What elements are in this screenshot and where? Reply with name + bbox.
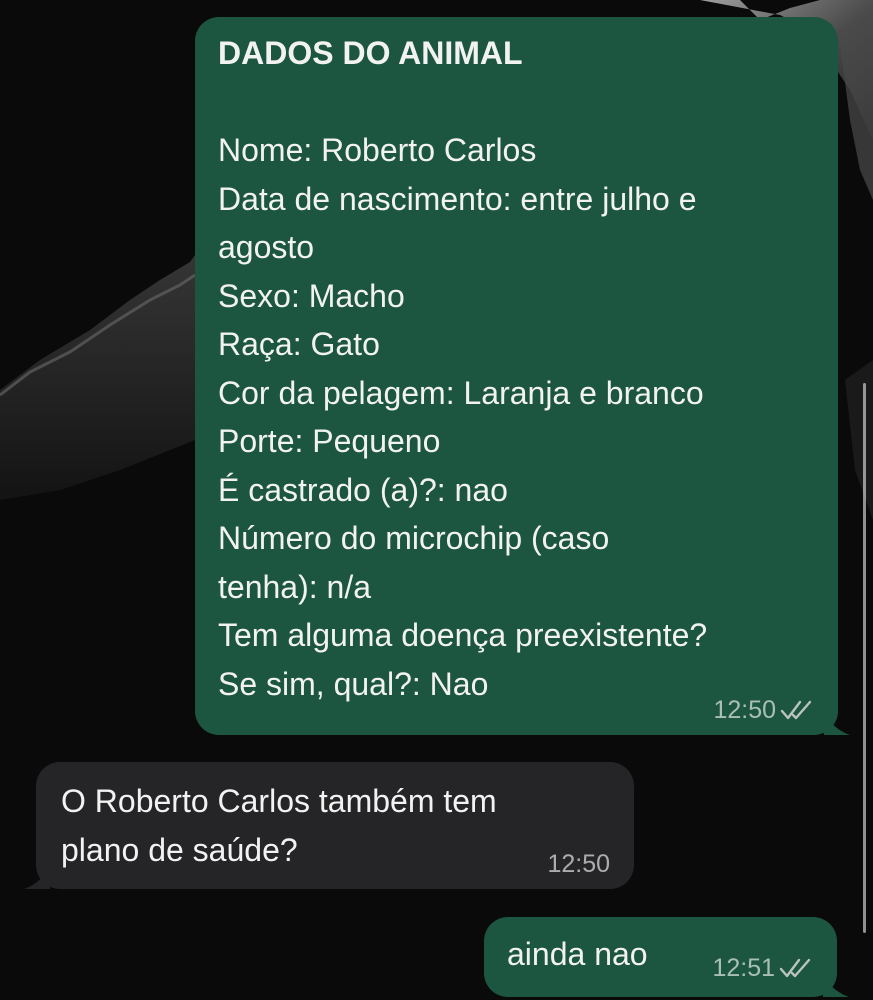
message-line: Cor da pelagem: Laranja e branco	[218, 374, 704, 411]
double-check-icon	[780, 700, 812, 720]
message-meta: 12:51	[712, 953, 815, 983]
chat-view[interactable]: DADOS DO ANIMAL Nome: Roberto Carlos Dat…	[0, 0, 873, 1000]
message-line: plano de saúde?	[61, 831, 298, 868]
message-time: 12:51	[712, 954, 775, 982]
message-line: Número do microchip (caso	[218, 520, 610, 556]
message-line: Data de nascimento: entre julho e	[218, 180, 697, 217]
message-line: Sexo: Macho	[218, 277, 405, 314]
message-line: O Roberto Carlos também tem	[61, 783, 497, 819]
message-title: DADOS DO ANIMAL	[218, 35, 523, 71]
message-line: É castrado (a)?: nao	[218, 471, 508, 508]
scrollbar[interactable]	[863, 383, 866, 933]
message-line: Tem alguma doença preexistente?	[218, 617, 708, 653]
message-line: tenha): n/a	[218, 568, 371, 605]
outgoing-bubble-tail	[824, 705, 850, 735]
incoming-bubble-tail	[24, 859, 50, 889]
message-line: agosto	[218, 229, 315, 265]
double-check-icon	[779, 958, 811, 978]
message-time: 12:50	[547, 850, 610, 878]
message-meta: 12:50	[547, 849, 610, 879]
outgoing-message-bubble[interactable]: ainda nao 12:51	[484, 917, 849, 997]
outgoing-bubble-tail	[823, 967, 849, 997]
outgoing-message-bubble[interactable]: DADOS DO ANIMAL Nome: Roberto Carlos Dat…	[195, 17, 850, 735]
message-line: Raça: Gato	[218, 326, 380, 362]
message-line: Nome: Roberto Carlos	[218, 132, 537, 168]
message-line: Porte: Pequeno	[218, 423, 441, 459]
message-time: 12:50	[713, 696, 776, 724]
message-meta: 12:50	[713, 695, 816, 725]
incoming-message-bubble[interactable]: O Roberto Carlos também tem plano de saú…	[24, 762, 634, 889]
